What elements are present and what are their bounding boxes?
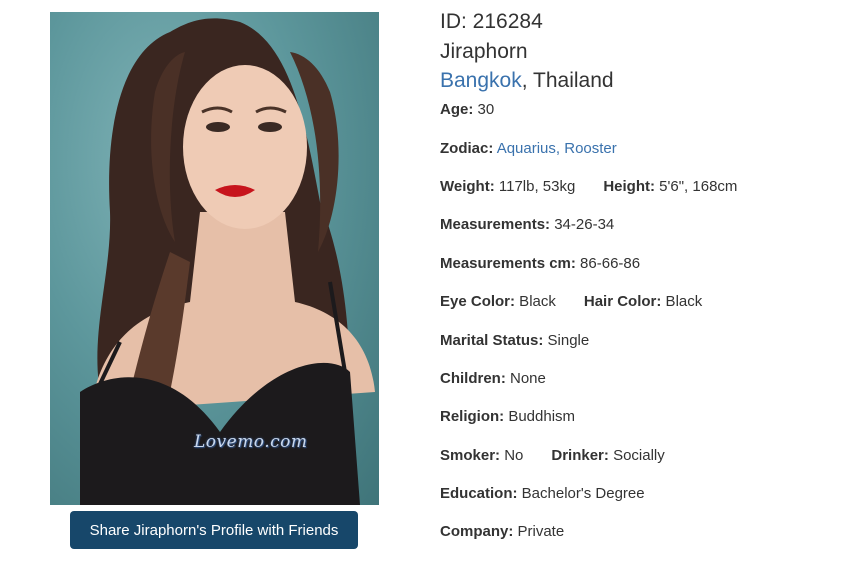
detail-smoker-drinker: Smoker: No Drinker: Socially: [440, 447, 665, 464]
detail-label: Drinker:: [551, 447, 609, 464]
detail-label: Hair Color:: [583, 293, 662, 310]
zodiac-western-link[interactable]: Aquarius: [497, 140, 556, 157]
zodiac-chinese-link[interactable]: Rooster: [564, 140, 617, 157]
detail-weight-height: Weight: 117lb, 53kg Height: 5'6", 168cm: [440, 178, 737, 195]
detail-value: 30: [473, 101, 495, 118]
detail-value: No: [500, 447, 524, 464]
detail-religion: Religion: Buddhism: [440, 408, 575, 425]
detail-value: Single: [543, 332, 590, 349]
detail-label: Eye Color:: [440, 293, 516, 310]
detail-marital-status: Marital Status: Single: [440, 332, 589, 349]
detail-zodiac: Zodiac: Aquarius, Rooster: [440, 140, 617, 157]
detail-label: Children:: [440, 370, 506, 387]
detail-value: Private: [513, 523, 565, 540]
detail-education: Education: Bachelor's Degree: [440, 485, 645, 502]
detail-label: Weight:: [440, 178, 495, 195]
detail-value: 5'6", 168cm: [655, 178, 738, 195]
zodiac-separator: ,: [555, 140, 565, 157]
profile-location: Bangkok, Thailand: [440, 69, 614, 93]
country-text: Thailand: [533, 69, 614, 92]
detail-value: 117lb, 53kg: [494, 178, 576, 195]
detail-label: Company:: [440, 523, 514, 540]
detail-label: Measurements:: [440, 216, 551, 233]
detail-children: Children: None: [440, 370, 546, 387]
detail-label: Measurements cm:: [440, 255, 576, 272]
watermark-text: Lovemo.com: [194, 432, 308, 452]
location-separator: ,: [521, 69, 534, 92]
profile-name: Jiraphorn: [440, 40, 528, 63]
detail-measurements: Measurements: 34-26-34: [440, 216, 614, 233]
detail-label: Religion:: [440, 408, 505, 425]
detail-value: Bachelor's Degree: [517, 485, 645, 502]
detail-label: Marital Status:: [440, 332, 544, 349]
detail-label: Height:: [603, 178, 656, 195]
city-link[interactable]: Bangkok: [440, 69, 522, 92]
detail-value: Black: [515, 293, 556, 310]
detail-value: 34-26-34: [550, 216, 615, 233]
detail-label: Smoker:: [440, 447, 501, 464]
detail-value: None: [505, 370, 546, 387]
profile-id: ID: 216284: [440, 10, 543, 33]
detail-company: Company: Private: [440, 523, 564, 540]
profile-photo: Lovemo.com: [50, 12, 379, 505]
detail-value: Socially: [608, 447, 665, 464]
detail-value: Buddhism: [504, 408, 576, 425]
detail-label: Age:: [440, 101, 474, 118]
detail-age: Age: 30: [440, 101, 494, 118]
detail-measurements-cm: Measurements cm: 86-66-86: [440, 255, 640, 272]
detail-label: Zodiac:: [440, 140, 494, 157]
detail-eye-hair: Eye Color: Black Hair Color: Black: [440, 293, 702, 310]
detail-label: Education:: [440, 485, 518, 502]
detail-value: 86-66-86: [575, 255, 641, 272]
detail-value: Black: [661, 293, 703, 310]
share-profile-button[interactable]: Share Jiraphorn's Profile with Friends: [70, 511, 358, 549]
